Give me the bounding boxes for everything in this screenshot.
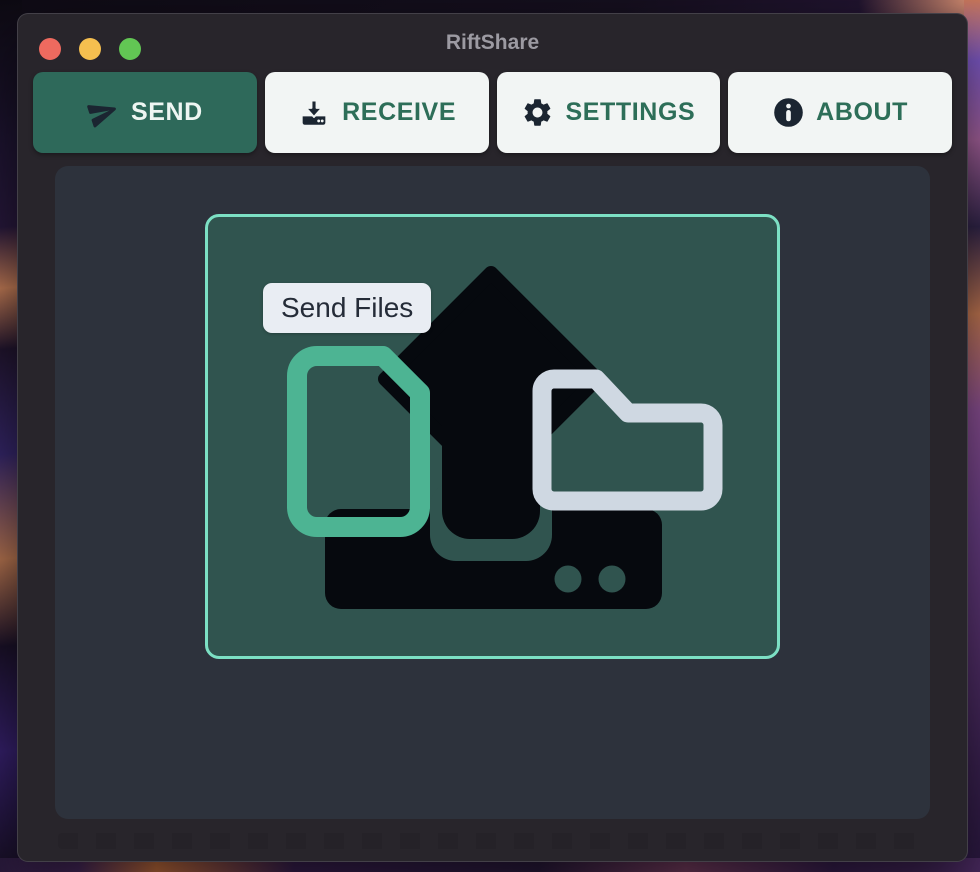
tab-about-label: ABOUT xyxy=(816,98,908,127)
gear-icon xyxy=(521,96,554,129)
tab-settings[interactable]: SETTINGS xyxy=(497,72,721,153)
tab-send[interactable]: SEND xyxy=(33,72,257,153)
send-files-button[interactable]: Send Files xyxy=(263,283,431,333)
download-icon xyxy=(297,96,331,130)
tab-receive[interactable]: RECEIVE xyxy=(265,72,489,153)
send-files-dropzone[interactable]: Send Files xyxy=(205,214,780,659)
app-window: RiftShare SEND xyxy=(17,13,968,862)
tab-about[interactable]: ABOUT xyxy=(728,72,952,153)
tab-send-label: SEND xyxy=(131,98,203,127)
file-outline-icon xyxy=(297,356,420,527)
window-bottom-strip xyxy=(18,819,967,862)
window-title: RiftShare xyxy=(18,14,967,72)
tab-receive-label: RECEIVE xyxy=(342,98,456,127)
tab-bar: SEND RECEIVE xyxy=(18,72,967,153)
desktop-wallpaper: RiftShare SEND xyxy=(0,0,980,872)
tab-settings-label: SETTINGS xyxy=(565,98,695,127)
info-icon xyxy=(772,96,805,129)
paper-plane-icon xyxy=(87,96,120,129)
titlebar: RiftShare xyxy=(18,14,967,72)
send-view-panel: Send Files xyxy=(55,166,930,819)
